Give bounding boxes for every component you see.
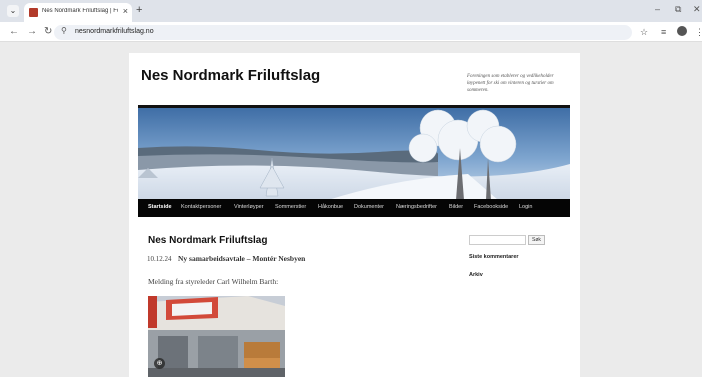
address-bar: ← → ↻ ⚲ nesnordmarkfriluftslag.no ☆ ≡ ⋮ <box>0 22 702 42</box>
nav-item-startside[interactable]: Startside <box>148 204 172 210</box>
site-info-icon[interactable]: ⚲ <box>61 26 67 35</box>
post-text: Melding fra styreleder Carl Wilhelm Bart… <box>148 277 279 286</box>
nav-item-bilder[interactable]: Bilder <box>449 204 463 210</box>
nav-item-vinterloyper[interactable]: Vinterløyper <box>234 204 264 210</box>
url-field[interactable]: ⚲ nesnordmarkfriluftslag.no <box>54 25 632 40</box>
nav-item-login[interactable]: Login <box>519 204 532 210</box>
post-image[interactable] <box>148 296 285 377</box>
nav-item-naeringsbedrifter[interactable]: Næringsbedrifter <box>396 204 437 210</box>
post-title-link[interactable]: Ny samarbeidsavtale – Montér Nesbyen <box>178 254 305 263</box>
extensions-icon[interactable]: ≡ <box>661 27 666 37</box>
window-close-icon[interactable]: ✕ <box>693 4 701 15</box>
search-button[interactable]: Søk <box>528 235 545 245</box>
menu-icon[interactable]: ⋮ <box>695 27 702 38</box>
profile-icon[interactable] <box>677 26 687 36</box>
new-tab-button[interactable]: + <box>136 4 142 16</box>
tab-title: Nes Nordmark Friluftslag | Forsi <box>42 8 118 14</box>
nav-item-kontaktpersoner[interactable]: Kontaktpersoner <box>181 204 221 210</box>
nav-item-dokumenter[interactable]: Dokumenter <box>354 204 384 210</box>
post-date: 10.12.24 <box>147 255 172 263</box>
main-navigation: Startside Kontaktpersoner Vinterløyper S… <box>138 199 570 217</box>
store-photo <box>148 296 285 377</box>
page-heading: Nes Nordmark Friluftslag <box>148 235 268 246</box>
archive-heading: Arkiv <box>469 272 483 278</box>
browser-tab[interactable]: Nes Nordmark Friluftslag | Forsi × <box>24 3 132 22</box>
site-favicon-icon <box>29 8 38 17</box>
close-tab-icon[interactable]: × <box>123 6 128 16</box>
site-title[interactable]: Nes Nordmark Friluftslag <box>141 67 320 84</box>
chevron-down-icon[interactable]: ⌄ <box>7 5 19 17</box>
image-zoom-icon[interactable]: ⊕ <box>154 358 165 369</box>
winter-landscape-image <box>138 108 570 200</box>
star-icon[interactable]: ☆ <box>640 27 648 38</box>
minimize-icon[interactable]: – <box>655 4 660 14</box>
nav-item-facebookside[interactable]: Facebookside <box>474 204 508 210</box>
recent-comments-heading: Siste kommentarer <box>469 254 519 260</box>
nav-item-sommerstier[interactable]: Sommerstier <box>275 204 306 210</box>
back-icon[interactable]: ← <box>9 26 19 37</box>
forward-icon[interactable]: → <box>27 26 37 37</box>
page-container: Nes Nordmark Friluftslag Foreningen som … <box>129 53 580 377</box>
maximize-icon[interactable]: ⧉ <box>675 4 681 15</box>
site-description: Foreningen som etablerer og vedlikeholde… <box>467 74 554 93</box>
browser-tab-strip: ⌄ Nes Nordmark Friluftslag | Forsi × + –… <box>0 0 702 22</box>
nav-item-hakonbue[interactable]: Håkonbue <box>318 204 343 210</box>
header-banner-image <box>138 108 570 200</box>
url-text: nesnordmarkfriluftslag.no <box>75 28 154 35</box>
reload-icon[interactable]: ↻ <box>44 26 52 37</box>
search-input[interactable] <box>469 235 526 245</box>
